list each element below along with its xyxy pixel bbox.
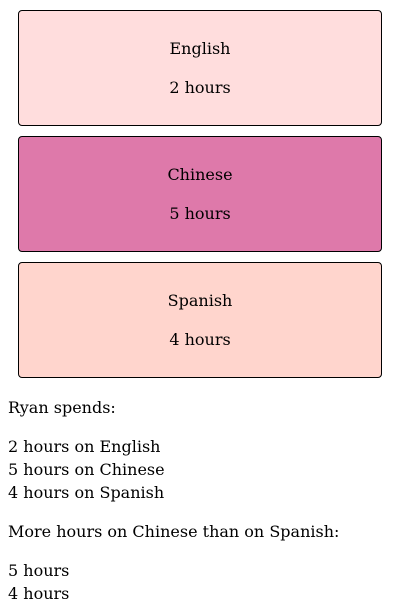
comparison-line: 5 hours (8, 561, 70, 580)
comparison-text: More hours on Chinese than on Spanish: (8, 522, 340, 541)
card-spanish: Spanish 4 hours (18, 262, 382, 378)
subject-cards: English 2 hours Chinese 5 hours Spanish … (18, 10, 382, 388)
card-chinese: Chinese 5 hours (18, 136, 382, 252)
card-subject-label: Spanish (167, 290, 233, 310)
comparison-line: 4 hours (8, 584, 70, 603)
card-hours-label: 2 hours (169, 77, 231, 97)
summary-line: 5 hours on Chinese (8, 460, 165, 479)
card-subject-label: English (169, 38, 231, 58)
card-hours-label: 5 hours (169, 203, 231, 223)
summary-intro: Ryan spends: (8, 398, 116, 417)
card-hours-label: 4 hours (169, 329, 231, 349)
summary-line: 4 hours on Spanish (8, 483, 165, 502)
summary-text: Ryan spends: 2 hours on English 5 hours … (8, 396, 392, 605)
card-subject-label: Chinese (167, 164, 233, 184)
summary-line: 2 hours on English (8, 437, 161, 456)
card-english: English 2 hours (18, 10, 382, 126)
